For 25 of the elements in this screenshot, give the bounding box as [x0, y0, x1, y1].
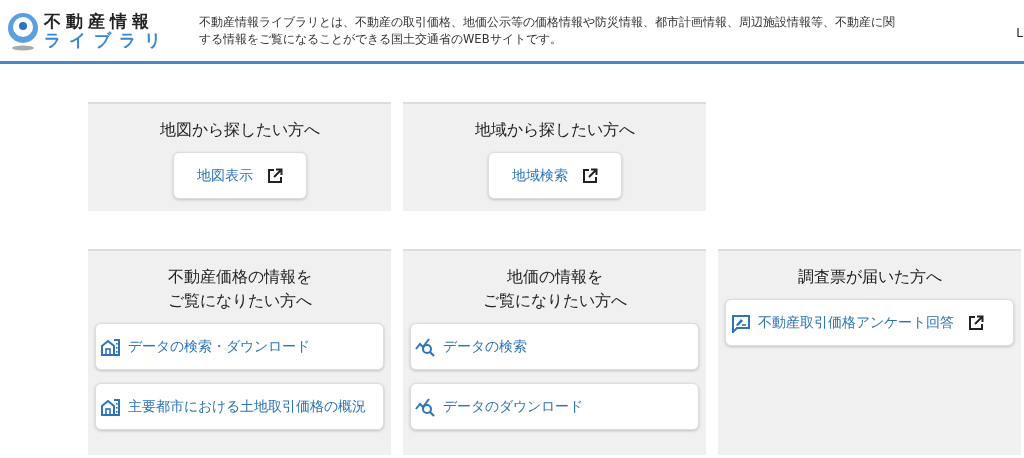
signature-icon: [730, 312, 750, 333]
header-link[interactable]: L: [1016, 24, 1023, 42]
link-button[interactable]: 主要都市における土地取引価格の概況: [95, 383, 384, 431]
section-title: 地図から探したい方へ: [158, 120, 321, 141]
logo-icon: [6, 10, 40, 51]
link-button[interactable]: データのダウンロード: [410, 383, 699, 431]
link-button[interactable]: 不動産取引価格アンケート回答: [725, 299, 1014, 347]
section-title: 地価の情報を: [505, 267, 604, 288]
chart-search-icon: [415, 396, 435, 417]
section-title: ご覧になりたい方へ: [481, 291, 628, 313]
building-icon: [100, 336, 120, 357]
site-description: 不動産情報ライブラリとは、不動産の取引価格、地価公示等の価格情報や防災情報、都市計画情報、周辺施設情報等、不動産に関: [199, 13, 896, 31]
section-title: ご覧になりたい方へ: [166, 291, 313, 313]
building-icon: [100, 396, 120, 417]
link-button[interactable]: データの検索・ダウンロード: [95, 323, 384, 371]
chart-search-icon: [415, 336, 435, 357]
logo-title: 不動産情報: [44, 11, 155, 31]
link-button[interactable]: 地域検索: [487, 152, 622, 199]
link-button[interactable]: データの検索: [410, 323, 699, 371]
link-button[interactable]: 地図表示: [172, 152, 307, 199]
section-title: 調査票が届いた方へ: [796, 267, 943, 288]
section-title: 地域から探したい方へ: [473, 120, 636, 141]
site-description: する情報をご覧になることができる国土交通省のWEBサイトです。: [199, 30, 563, 48]
logo-subtitle: ライブラリ: [44, 30, 169, 50]
section-title: 不動産価格の情報を: [166, 267, 313, 288]
